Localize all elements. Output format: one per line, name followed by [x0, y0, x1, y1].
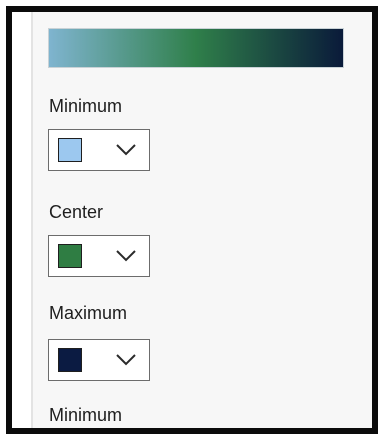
- second-minimum-label: Minimum: [49, 405, 123, 425]
- center-color-swatch: [58, 244, 82, 268]
- chevron-down-icon: [116, 144, 136, 156]
- minimum-color-swatch: [58, 138, 82, 162]
- gradient-preview-bar: [48, 28, 344, 68]
- maximum-color-picker[interactable]: [48, 339, 150, 381]
- panel-frame: Minimum Center Maximum Minimum: [6, 6, 378, 434]
- minimum-color-picker[interactable]: [48, 129, 150, 171]
- minimum-label: Minimum: [49, 96, 123, 116]
- chevron-down-icon: [116, 250, 136, 262]
- center-color-picker[interactable]: [48, 235, 150, 277]
- chevron-down-icon: [116, 354, 136, 366]
- maximum-color-swatch: [58, 348, 82, 372]
- maximum-label: Maximum: [49, 303, 128, 323]
- center-label: Center: [49, 202, 104, 222]
